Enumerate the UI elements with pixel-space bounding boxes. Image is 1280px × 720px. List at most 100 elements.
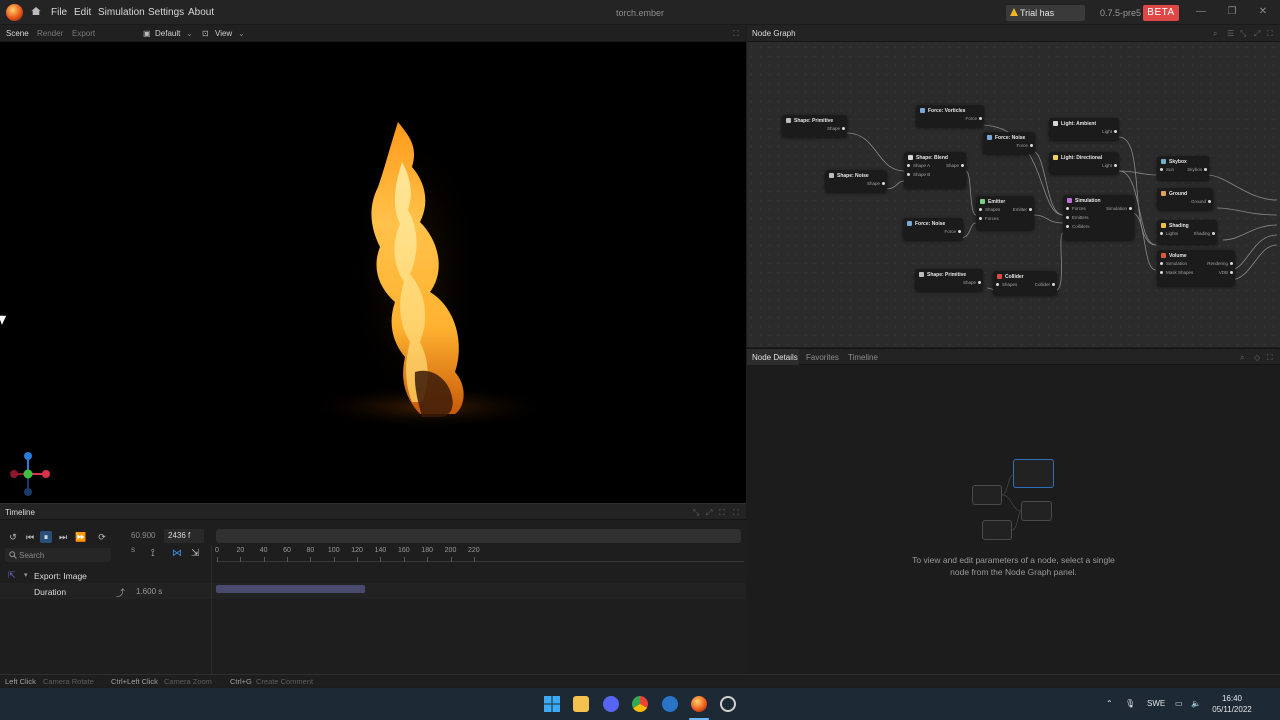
camera-dropdown[interactable]: Default xyxy=(155,29,180,38)
graph-node[interactable]: Shading Shading Lights xyxy=(1157,220,1217,244)
graph-node[interactable]: Emitter Emitter Shapes Forces xyxy=(976,196,1034,230)
graph-node[interactable]: Ground Ground xyxy=(1157,188,1213,210)
input-socket[interactable] xyxy=(1066,216,1069,219)
menu-simulation[interactable]: Simulation xyxy=(98,7,145,18)
input-socket[interactable] xyxy=(907,164,910,167)
volume-icon[interactable]: 🔈 xyxy=(1191,699,1201,708)
chevron-up-icon[interactable]: ⌃ xyxy=(1106,699,1113,708)
expand-icon[interactable]: ⛶ xyxy=(1267,353,1273,363)
output-socket[interactable] xyxy=(1114,130,1117,133)
duration-value[interactable]: 1.600 s xyxy=(136,587,162,596)
pause-icon[interactable]: ⏸ xyxy=(40,531,52,543)
output-socket[interactable] xyxy=(1230,262,1233,265)
output-socket[interactable] xyxy=(1129,207,1132,210)
expand-icon[interactable]: ⛶ xyxy=(1267,29,1273,39)
home-icon[interactable] xyxy=(31,6,41,16)
input-socket[interactable] xyxy=(1160,232,1163,235)
chevron-down-icon[interactable]: ⌄ xyxy=(238,29,245,38)
trial-badge[interactable]: Trial has expired xyxy=(1006,5,1085,34)
graph-node[interactable]: Shape: Primitive Shape xyxy=(915,269,983,291)
output-socket[interactable] xyxy=(1204,168,1207,171)
graph-node[interactable]: Shape: Primitive Shape xyxy=(782,115,847,137)
graph-node[interactable]: Light: Directional Light xyxy=(1049,152,1119,174)
input-socket[interactable] xyxy=(1160,271,1163,274)
output-socket[interactable] xyxy=(958,230,961,233)
language-indicator[interactable]: SWE xyxy=(1147,699,1165,708)
search-input[interactable]: Search xyxy=(5,548,111,562)
tab-favorites[interactable]: Favorites xyxy=(806,353,839,362)
graph-node[interactable]: Collider Collider Shapes xyxy=(993,271,1057,295)
chrome-icon[interactable] xyxy=(632,696,648,712)
maximize-icon[interactable]: ❐ xyxy=(1224,4,1240,20)
keyframe-tool-icon[interactable]: ⟟ xyxy=(151,548,155,559)
input-socket[interactable] xyxy=(979,217,982,220)
graph-node[interactable]: Force: Vorticles Force xyxy=(916,105,984,127)
app-icon[interactable] xyxy=(662,696,678,712)
tab-render[interactable]: Render xyxy=(37,29,63,38)
output-socket[interactable] xyxy=(1030,144,1033,147)
output-socket[interactable] xyxy=(1114,164,1117,167)
collapse-icon[interactable]: ⤢ xyxy=(706,508,712,518)
graph-node[interactable]: Shape: Blend Shape Shape A Shape B xyxy=(904,152,966,188)
graph-node[interactable]: Force: Noise Force xyxy=(983,132,1035,154)
step-forward-icon[interactable]: ⏭ xyxy=(57,531,69,543)
filter-icon[interactable]: ⇲ xyxy=(191,548,199,559)
output-socket[interactable] xyxy=(1212,232,1215,235)
graph-node[interactable]: Skybox Skybox Sun xyxy=(1157,156,1209,180)
search-icon[interactable]: ⌕ xyxy=(1213,29,1217,39)
microphone-icon[interactable]: 🎙 xyxy=(1125,699,1135,708)
chevron-down-icon[interactable]: ▾ xyxy=(24,571,28,579)
output-socket[interactable] xyxy=(1029,208,1032,211)
expand-icon[interactable]: ⛶ xyxy=(733,29,739,39)
node-graph-canvas[interactable]: Shape: Primitive Shape Force: Vorticles For… xyxy=(747,25,1280,347)
curve-icon[interactable]: ⤴ xyxy=(116,586,125,599)
input-socket[interactable] xyxy=(1160,168,1163,171)
graph-node[interactable]: Shape: Noise Shape xyxy=(825,170,887,192)
file-explorer-icon[interactable] xyxy=(573,696,589,712)
fit-icon[interactable]: ⤡ xyxy=(1240,29,1246,39)
duration-bar[interactable] xyxy=(216,585,365,593)
fullscreen-icon[interactable]: ⛶ xyxy=(733,508,739,518)
menu-settings[interactable]: Settings xyxy=(148,7,184,18)
playback-scrubber[interactable] xyxy=(216,529,741,543)
collapse-icon[interactable]: ⤢ xyxy=(1254,29,1260,39)
windows-start-icon[interactable] xyxy=(544,696,560,712)
reset-icon[interactable]: ↺ xyxy=(7,531,19,543)
view-dropdown[interactable]: View xyxy=(215,29,232,38)
obs-icon[interactable] xyxy=(720,696,736,712)
output-socket[interactable] xyxy=(1230,271,1233,274)
system-clock[interactable]: 16:40 05/11/2022 xyxy=(1208,693,1256,715)
scene-viewport[interactable] xyxy=(0,42,746,503)
output-socket[interactable] xyxy=(979,117,982,120)
graph-node[interactable]: Simulation Simulation Forces Emitters Collid… xyxy=(1063,195,1134,240)
output-socket[interactable] xyxy=(882,182,885,185)
axis-gizmo-icon[interactable] xyxy=(6,448,54,500)
loop-icon[interactable]: ⟳ xyxy=(96,531,108,543)
input-socket[interactable] xyxy=(1160,262,1163,265)
minimize-icon[interactable]: — xyxy=(1193,4,1209,20)
track-row-export[interactable]: ⇱ ▾ Export: Image xyxy=(0,568,746,583)
menu-edit[interactable]: Edit xyxy=(74,7,91,18)
skip-end-icon[interactable]: ⏩ xyxy=(75,531,87,543)
list-icon[interactable]: ☰ xyxy=(1227,29,1234,38)
tab-scene[interactable]: Scene xyxy=(6,29,29,38)
input-socket[interactable] xyxy=(907,173,910,176)
chevron-down-icon[interactable]: ⌄ xyxy=(186,29,193,38)
output-socket[interactable] xyxy=(1208,200,1211,203)
timeline-ruler[interactable]: 0 20 40 60 80 100 120 140 160 180 200 220 xyxy=(215,546,744,562)
tab-node-details[interactable]: Node Details xyxy=(752,353,798,362)
frame-field[interactable]: 2436 f xyxy=(164,529,204,543)
input-socket[interactable] xyxy=(996,283,999,286)
graph-node[interactable]: Volume Rendering VDB Simulation Mask Shapes xyxy=(1157,250,1235,286)
output-socket[interactable] xyxy=(1052,283,1055,286)
output-socket[interactable] xyxy=(842,127,845,130)
ember-app-icon[interactable] xyxy=(691,696,707,712)
track-row-duration[interactable]: Duration ⤴ 1.600 s xyxy=(0,583,746,599)
tab-timeline[interactable]: Timeline xyxy=(848,353,878,362)
fit-icon[interactable]: ⤡ xyxy=(693,508,699,518)
settings-icon[interactable]: ◇ xyxy=(1254,353,1260,362)
graph-node[interactable]: Light: Ambient Light xyxy=(1049,118,1119,140)
output-socket[interactable] xyxy=(961,164,964,167)
input-socket[interactable] xyxy=(1066,207,1069,210)
input-socket[interactable] xyxy=(1066,225,1069,228)
